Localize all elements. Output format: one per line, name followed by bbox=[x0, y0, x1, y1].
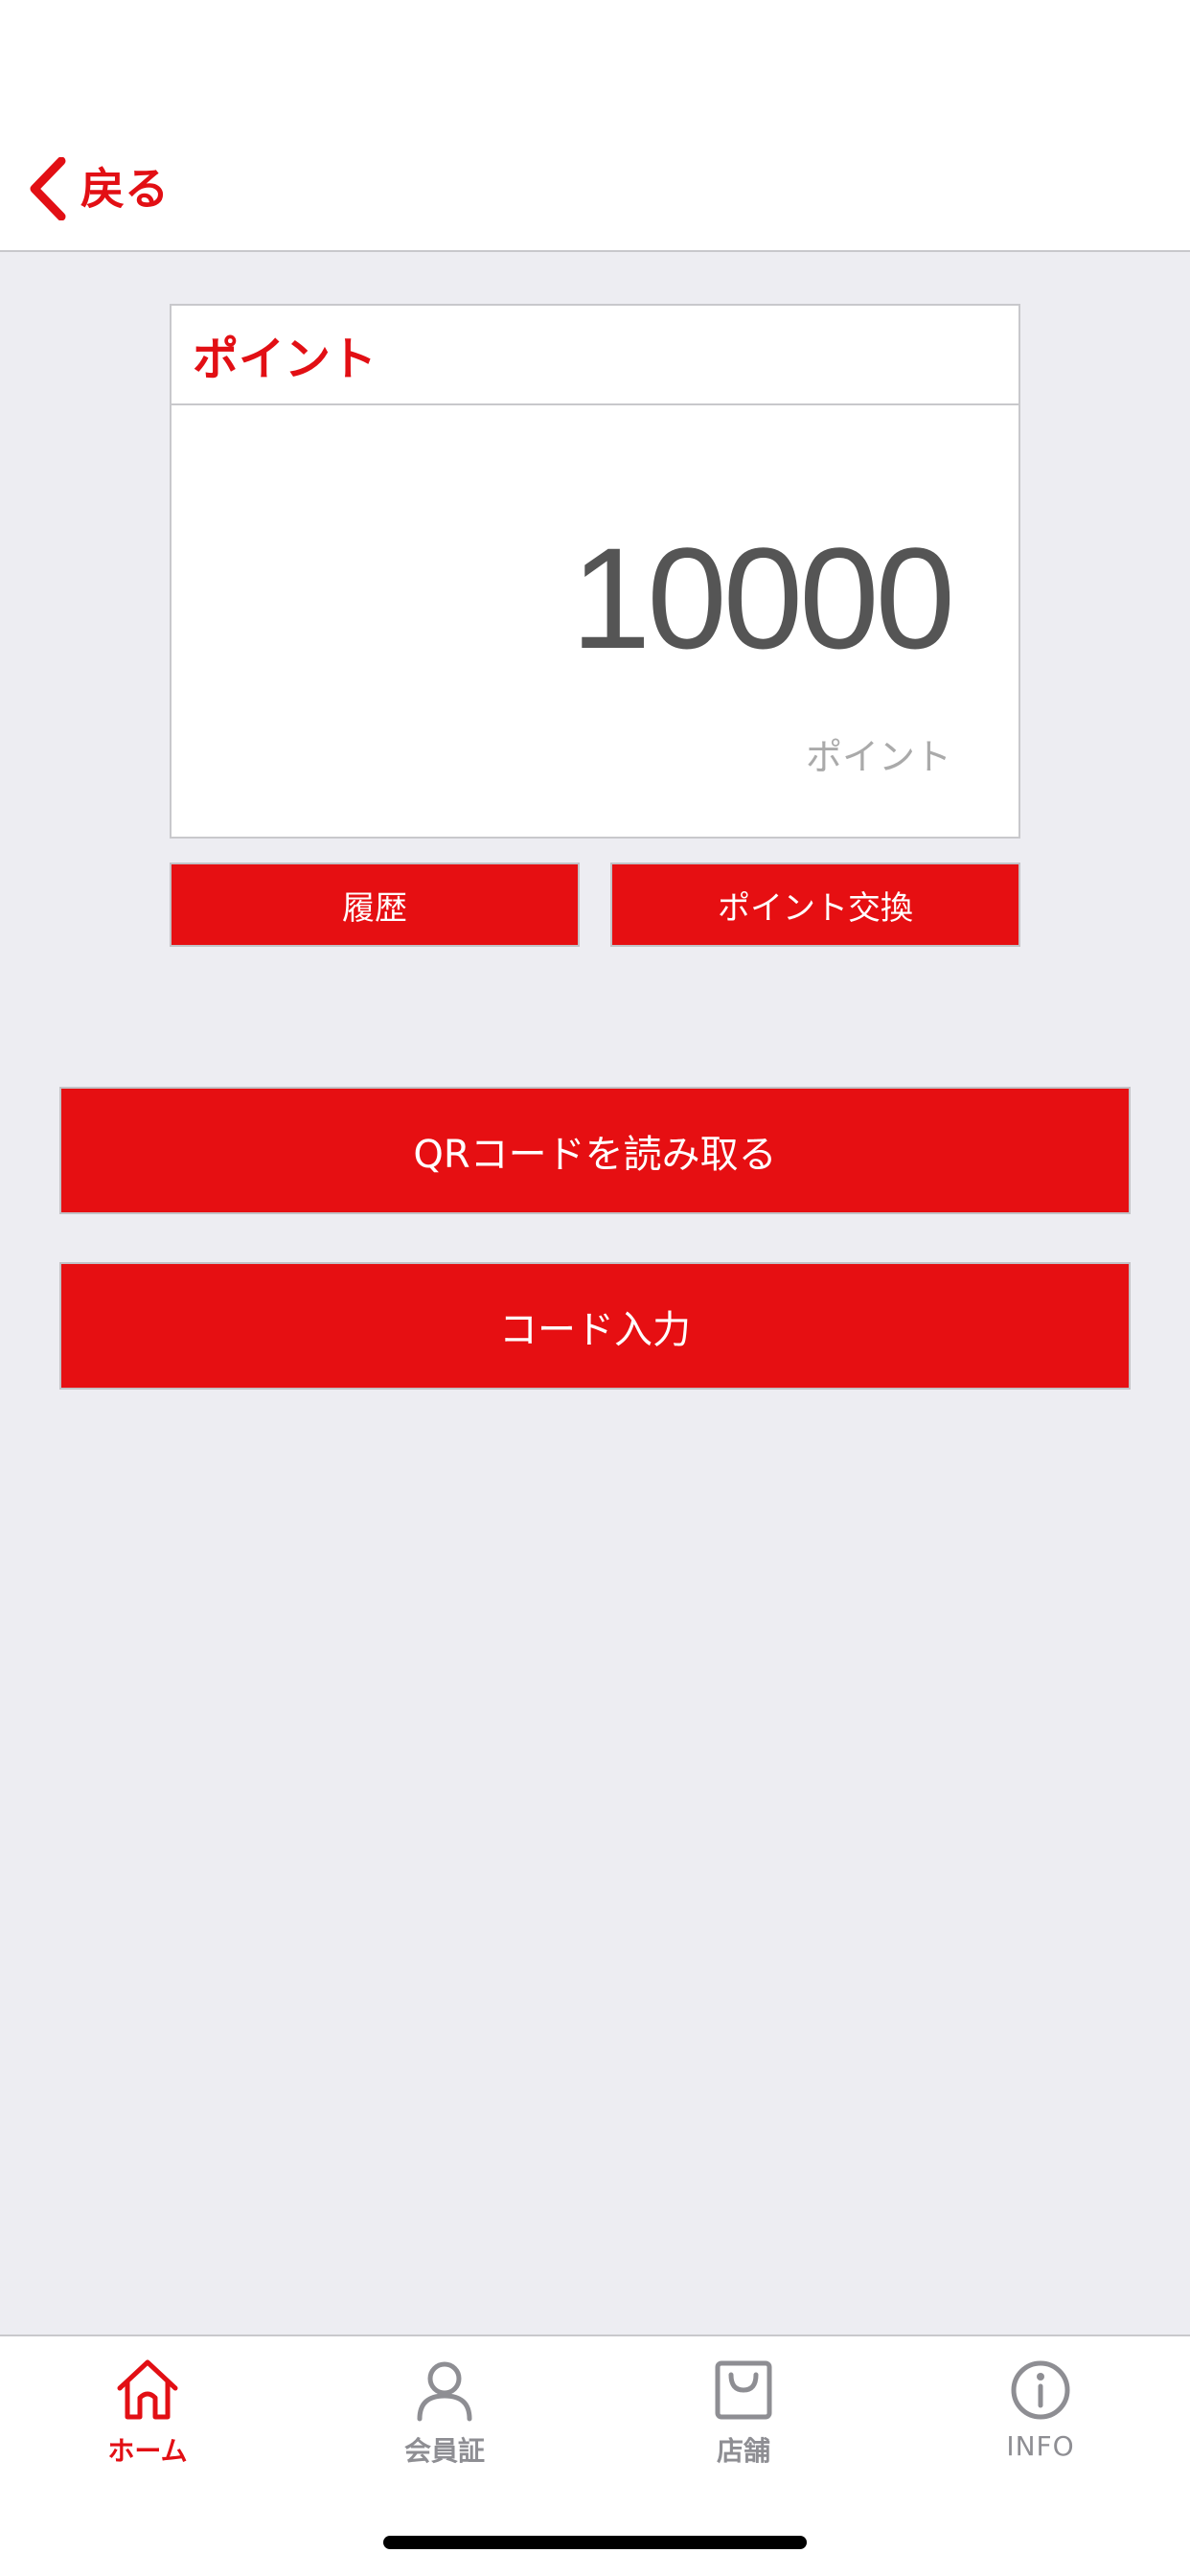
tab-member-card[interactable]: 会員証 bbox=[349, 2358, 540, 2469]
person-icon bbox=[411, 2358, 478, 2423]
back-label: 戻る bbox=[80, 163, 169, 215]
home-icon bbox=[114, 2358, 181, 2423]
scan-qr-code-button[interactable]: QRコードを読み取る bbox=[59, 1087, 1131, 1214]
tab-home[interactable]: ホーム bbox=[52, 2358, 243, 2469]
points-card-title: ポイント bbox=[193, 333, 378, 386]
point-exchange-button[interactable]: ポイント交換 bbox=[610, 862, 1020, 947]
chevron-left-icon bbox=[29, 157, 67, 220]
tab-info[interactable]: INFO bbox=[945, 2358, 1136, 2462]
shopping-bag-icon bbox=[710, 2358, 777, 2423]
tab-member-card-label: 会員証 bbox=[403, 2435, 485, 2467]
tab-info-label: INFO bbox=[1006, 2430, 1075, 2462]
tab-store[interactable]: 店舗 bbox=[648, 2358, 839, 2469]
info-icon bbox=[1007, 2358, 1074, 2423]
points-unit-label: ポイント bbox=[805, 736, 951, 778]
tab-store-label: 店舗 bbox=[716, 2435, 770, 2467]
points-card: ポイント 10000 ポイント bbox=[170, 304, 1020, 839]
tab-home-label: ホーム bbox=[107, 2435, 188, 2467]
points-value: 10000 bbox=[570, 518, 955, 678]
enter-code-button[interactable]: コード入力 bbox=[59, 1262, 1131, 1390]
navigation-bar: 戻る bbox=[0, 0, 1190, 252]
points-card-header: ポイント bbox=[172, 306, 1018, 405]
back-button[interactable]: 戻る bbox=[29, 153, 169, 224]
history-button[interactable]: 履歴 bbox=[170, 862, 580, 947]
home-indicator[interactable] bbox=[383, 2536, 807, 2549]
